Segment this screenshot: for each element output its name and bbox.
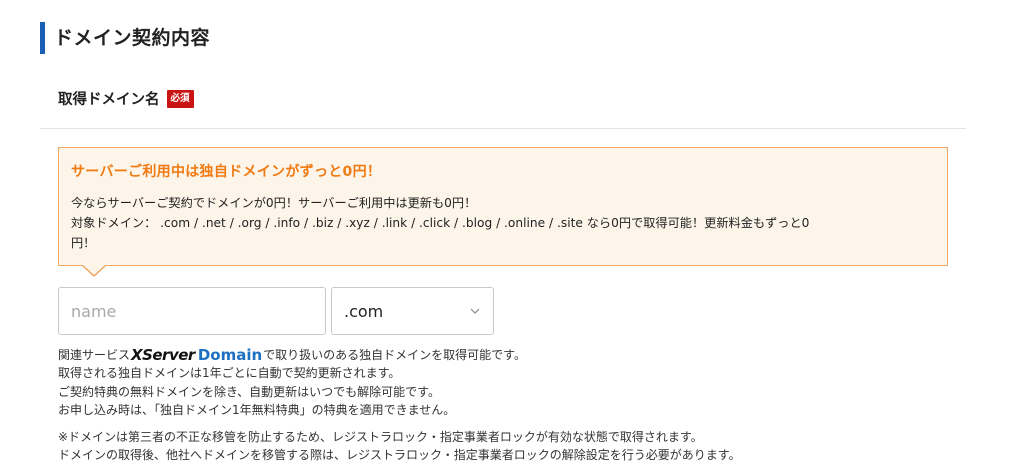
brand-domain: Domain (197, 346, 263, 365)
divider (40, 128, 966, 129)
note-line-1-suffix: で取り扱いのある独自ドメインを取得可能です。 (263, 348, 526, 362)
promo-line-1: 今ならサーバーご契約でドメインが0円！サーバーご利用中は更新も0円！ (71, 196, 477, 210)
promo-title: サーバーご利用中は独自ドメインがずっと0円！ (71, 164, 382, 180)
note-line-1-prefix: 関連サービス (58, 348, 131, 362)
domain-name-input[interactable] (58, 287, 326, 335)
chevron-down-icon (470, 308, 480, 314)
note-line-2: 取得される独自ドメインは1年ごとに自動で契約更新されます。 (58, 366, 401, 381)
brand-xserver: XServer (131, 346, 195, 365)
note-line-3: ご契約特典の無料ドメインを除き、自動更新はいつでも解除可能です。 (58, 384, 440, 399)
required-badge: 必須 (166, 89, 194, 108)
caution-line-1: ※ドメインは第三者の不正な移管を防止するため、レジストラロック・指定事業者ロック… (58, 430, 703, 444)
tld-selected-value: .com (344, 301, 384, 321)
promo-pointer-fill (83, 265, 105, 275)
promo-line-2: 対象ドメイン： .com / .net / .org / .info / .bi… (71, 216, 810, 230)
note-line-4: お申し込み時は、「独自ドメイン1年無料特典」の特典を適用できません。 (58, 402, 456, 417)
promo-line-3: 円！ (71, 236, 96, 250)
tld-select[interactable]: .com (331, 287, 494, 335)
field-label-text: 取得ドメイン名 (58, 92, 160, 108)
xserver-domain-logo: XServer Domain (131, 346, 262, 364)
field-label-domain-name: 取得ドメイン名 必須 (58, 88, 194, 109)
note-line-1: 関連サービス XServer Domain で取り扱いのある独自ドメインを取得可能… (58, 346, 526, 364)
caution-line-2: ドメインの取得後、他社へドメインを移管する際は、レジストラロック・指定事業者ロッ… (58, 448, 741, 463)
promo-box: サーバーご利用中は独自ドメインがずっと0円！ 今ならサーバーご契約でドメインが0… (58, 147, 948, 266)
section-title: ドメイン契約内容 (40, 22, 210, 54)
cautions: ※ドメインは第三者の不正な移管を防止するため、レジストラロック・指定事業者ロック… (58, 428, 741, 465)
notes: 関連サービス XServer Domain で取り扱いのある独自ドメインを取得可能… (58, 346, 526, 419)
